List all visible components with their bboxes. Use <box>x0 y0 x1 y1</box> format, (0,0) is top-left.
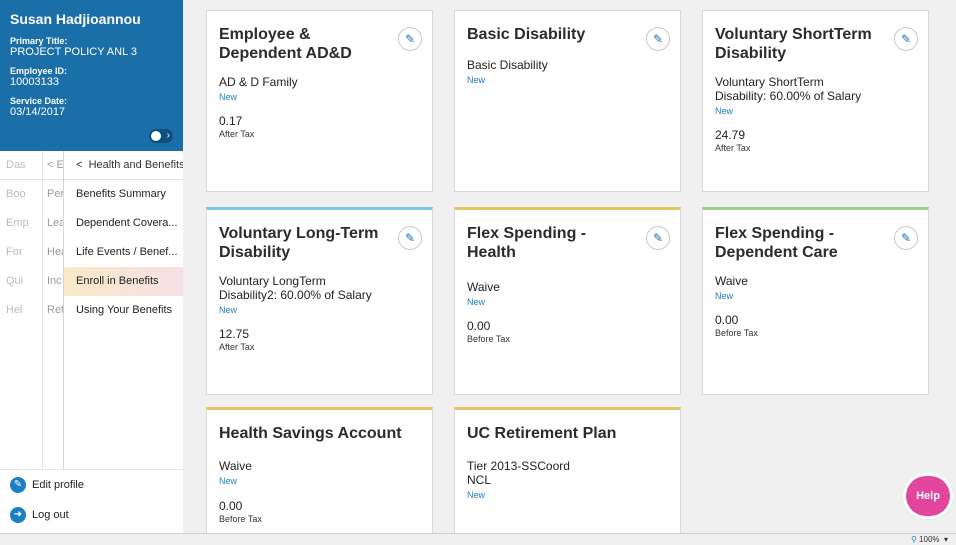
nav-item-3[interactable]: For <box>0 238 42 267</box>
pencil-icon[interactable]: ✎ <box>894 226 918 250</box>
card-status: New <box>219 92 238 102</box>
pencil-icon[interactable]: ✎ <box>398 27 422 51</box>
chevron-left-icon: < <box>76 159 83 171</box>
zoom-level[interactable]: 100% <box>919 535 939 544</box>
card-title: Voluntary Long-Term Disability <box>219 225 379 261</box>
card-status: New <box>715 291 734 301</box>
benefit-card[interactable]: Voluntary Long-Term Disability ✎ Volunta… <box>206 207 433 395</box>
card-title: UC Retirement Plan <box>467 425 617 442</box>
card-status: New <box>467 75 486 85</box>
pencil-icon[interactable]: ✎ <box>894 27 918 51</box>
nav3-back-header[interactable]: < Health and Benefits <box>64 151 183 180</box>
benefit-card[interactable]: Basic Disability ✎ Basic Disability New <box>454 10 681 192</box>
card-plan: Waive <box>467 280 500 294</box>
chevron-down-icon[interactable]: ▾ <box>942 535 948 544</box>
card-tax-type: Before Tax <box>467 334 510 344</box>
card-status: New <box>219 476 238 486</box>
nav2-item-1[interactable]: Per <box>43 180 63 209</box>
card-tax-type: After Tax <box>219 129 255 139</box>
benefit-card[interactable]: Flex Spending - Health ✎ Waive New 0.00 … <box>454 207 681 395</box>
pencil-icon[interactable]: ✎ <box>398 226 422 250</box>
nav-item-1[interactable]: Boo <box>0 180 42 209</box>
profile-toggle[interactable]: › <box>149 129 173 143</box>
chevron-right-icon: › <box>166 130 170 141</box>
nav3-benefits-summary[interactable]: Benefits Summary <box>64 180 183 209</box>
edit-profile-label: Edit profile <box>32 479 84 491</box>
employee-id-label: Employee ID: <box>10 66 68 76</box>
nav3-using-your-benefits[interactable]: Using Your Benefits <box>64 296 183 325</box>
nav2-back[interactable]: < E <box>43 151 63 180</box>
card-tax-type: Before Tax <box>715 328 758 338</box>
edit-profile-link[interactable]: ✎ Edit profile <box>0 470 183 500</box>
card-tax-type: After Tax <box>219 342 255 352</box>
nav-item-5[interactable]: Hel <box>0 296 42 325</box>
card-title: Voluntary ShortTerm Disability <box>715 26 872 62</box>
benefit-card[interactable]: UC Retirement Plan Tier 2013-SSCoord NCL… <box>454 407 681 533</box>
card-title: Health Savings Account <box>219 425 402 442</box>
nav-item-4[interactable]: Qui <box>0 267 42 296</box>
nav3-header-label: Health and Benefits <box>88 159 183 171</box>
card-plan: AD & D Family <box>219 75 298 89</box>
card-status: New <box>467 297 486 307</box>
benefit-card[interactable]: Employee & Dependent AD&D ✎ AD & D Famil… <box>206 10 433 192</box>
card-title: Flex Spending - Health <box>467 225 587 261</box>
card-amount: 12.75 <box>219 327 250 341</box>
primary-title-value: PROJECT POLICY ANL 3 <box>10 46 137 58</box>
profile-panel: Susan Hadjioannou Primary Title: PROJECT… <box>0 0 183 151</box>
nav3-dependent-coverage[interactable]: Dependent Covera... <box>64 209 183 238</box>
card-plan: Voluntary LongTerm Disability2: 60.00% o… <box>219 274 372 302</box>
nav2-item-4[interactable]: Inc <box>43 267 63 296</box>
employee-id-value: 10003133 <box>10 76 59 88</box>
browser-status-bar: ⚲ 100% ▾ <box>0 533 956 545</box>
benefit-card[interactable]: Health Savings Account Waive New 0.00 Be… <box>206 407 433 533</box>
card-status: New <box>219 305 238 315</box>
primary-title-label: Primary Title: <box>10 36 68 46</box>
card-amount: 0.00 <box>467 319 491 333</box>
nav2-item-3[interactable]: Hea <box>43 238 63 267</box>
card-plan: Waive <box>715 274 748 288</box>
nav3-life-events[interactable]: Life Events / Benef... <box>64 238 183 267</box>
card-plan: Basic Disability <box>467 58 548 72</box>
card-amount: 24.79 <box>715 128 746 142</box>
card-amount: 0.17 <box>219 114 243 128</box>
pencil-icon[interactable]: ✎ <box>646 27 670 51</box>
card-tax-type: Before Tax <box>219 514 262 524</box>
card-plan: Voluntary ShortTerm Disability: 60.00% o… <box>715 75 862 103</box>
service-date-label: Service Date: <box>10 96 68 106</box>
card-tax-type: After Tax <box>715 143 751 153</box>
employee-name: Susan Hadjioannou <box>10 11 141 27</box>
card-title: Basic Disability <box>467 26 586 43</box>
nav3-enroll-in-benefits[interactable]: Enroll in Benefits <box>64 267 183 296</box>
log-out-label: Log out <box>32 509 69 521</box>
benefit-card[interactable]: Flex Spending - Dependent Care ✎ Waive N… <box>702 207 929 395</box>
card-title: Flex Spending - Dependent Care <box>715 225 838 261</box>
magnifier-icon: ⚲ <box>910 535 917 544</box>
card-title: Employee & Dependent AD&D <box>219 26 352 62</box>
service-date-value: 03/14/2017 <box>10 106 66 118</box>
sidebar: Susan Hadjioannou Primary Title: PROJECT… <box>0 0 183 533</box>
pencil-icon[interactable]: ✎ <box>646 226 670 250</box>
nav-item-2[interactable]: Emp <box>0 209 42 238</box>
card-plan: Tier 2013-SSCoord NCL <box>467 459 570 487</box>
logout-icon: ➜ <box>10 507 26 523</box>
bottom-links: ✎ Edit profile ➜ Log out <box>0 469 183 533</box>
nav2-item-5[interactable]: Ret <box>43 296 63 325</box>
nav2-item-2[interactable]: Lea <box>43 209 63 238</box>
help-button[interactable]: Help <box>906 476 950 516</box>
card-status: New <box>715 106 734 116</box>
nav-item-dashboard[interactable]: Das <box>0 151 42 180</box>
card-plan: Waive <box>219 459 252 473</box>
card-amount: 0.00 <box>219 499 243 513</box>
toggle-knob <box>151 131 161 141</box>
card-amount: 0.00 <box>715 313 739 327</box>
benefit-card[interactable]: Voluntary ShortTerm Disability ✎ Volunta… <box>702 10 929 192</box>
pencil-circle-icon: ✎ <box>10 477 26 493</box>
log-out-link[interactable]: ➜ Log out <box>0 500 183 530</box>
card-status: New <box>467 490 486 500</box>
